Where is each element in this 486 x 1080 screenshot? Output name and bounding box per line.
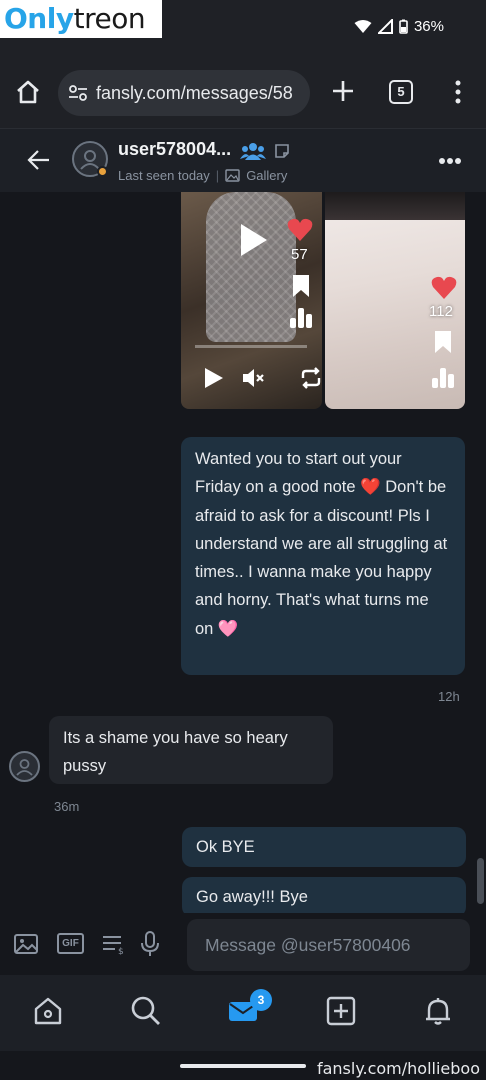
message-input[interactable]	[187, 919, 470, 971]
url-text: fansly.com/messages/58	[96, 82, 293, 103]
site-settings-icon[interactable]	[68, 84, 88, 102]
status-icons: 36%	[354, 18, 444, 35]
microphone-icon[interactable]	[139, 931, 161, 957]
more-horiz-icon[interactable]	[438, 157, 462, 165]
avatar[interactable]	[72, 141, 108, 177]
tabs-icon[interactable]: 5	[389, 80, 413, 104]
mute-icon[interactable]	[241, 366, 265, 390]
watermark-logo-part1: Only	[4, 2, 74, 35]
media-thumbnail	[206, 192, 296, 342]
notifications-icon[interactable]	[422, 995, 454, 1027]
message-timestamp: 12h	[438, 689, 460, 704]
tip-menu-icon[interactable]: $	[101, 933, 127, 955]
image-icon[interactable]	[13, 933, 39, 955]
stats-icon[interactable]	[289, 306, 313, 328]
media-thumbnail	[325, 192, 465, 220]
message-bubble-incoming[interactable]: Its a shame you have so heary pussy	[49, 716, 333, 784]
chat-header: user578004... Last seen today | Gallery	[0, 128, 486, 192]
more-vert-icon[interactable]	[448, 78, 468, 106]
message-bubble-outgoing[interactable]: Wanted you to start out your Friday on a…	[181, 437, 465, 675]
bookmark-icon[interactable]	[291, 274, 311, 298]
user-icon	[16, 759, 33, 776]
create-post-icon[interactable]	[325, 995, 357, 1027]
watermark-logo: Onlytreon	[0, 0, 162, 38]
chat-subtitle: Last seen today | Gallery	[118, 168, 287, 183]
message-bubble-outgoing[interactable]: Ok BYE	[182, 827, 466, 867]
watermark-logo-part2: treon	[73, 2, 146, 35]
chat-username[interactable]: user578004...	[118, 139, 231, 160]
gallery-link[interactable]: Gallery	[246, 168, 287, 183]
avatar[interactable]	[9, 751, 40, 782]
scrollbar[interactable]	[477, 858, 484, 904]
gesture-handle[interactable]	[180, 1064, 306, 1068]
search-icon[interactable]	[130, 995, 162, 1027]
video-progress-bar[interactable]	[195, 345, 307, 348]
gallery-icon[interactable]	[225, 169, 240, 182]
play-icon[interactable]	[235, 222, 271, 258]
away-status-dot	[97, 166, 108, 177]
messages-badge: 3	[250, 989, 272, 1011]
like-count: 112	[429, 303, 453, 320]
bottom-navigation: 3	[0, 975, 486, 1051]
wifi-icon	[354, 20, 372, 33]
watermark-url: fansly.com/hollieboo	[316, 1059, 480, 1078]
svg-text:$: $	[118, 947, 124, 955]
heart-icon[interactable]	[431, 276, 457, 300]
note-icon[interactable]	[274, 143, 290, 159]
stats-icon[interactable]	[431, 366, 455, 388]
home-icon[interactable]	[14, 78, 42, 106]
subtitle-separator: |	[215, 168, 220, 183]
signal-icon	[377, 19, 393, 34]
message-timestamp: 36m	[54, 799, 80, 814]
loop-icon[interactable]	[299, 366, 322, 390]
plus-icon[interactable]	[330, 78, 356, 104]
back-arrow-icon[interactable]	[26, 147, 52, 173]
header-icons	[240, 141, 290, 161]
address-bar[interactable]: fansly.com/messages/58	[58, 70, 310, 116]
battery-icon	[399, 19, 408, 34]
gif-icon[interactable]: GIF	[57, 933, 84, 954]
play-small-icon[interactable]	[201, 366, 225, 390]
heart-icon[interactable]	[287, 218, 313, 242]
message-bubble-outgoing[interactable]: Go away!!! Bye	[182, 877, 466, 917]
bookmark-icon[interactable]	[433, 330, 453, 354]
video-media-item[interactable]: 57	[181, 192, 322, 409]
home-icon[interactable]	[32, 995, 64, 1027]
group-users-icon[interactable]	[240, 141, 266, 161]
image-media-item[interactable]: 112	[325, 192, 465, 409]
like-count: 57	[291, 246, 308, 263]
last-seen-text: Last seen today	[118, 168, 210, 183]
message-composer: GIF $	[0, 913, 486, 975]
browser-toolbar: fansly.com/messages/58 5	[0, 58, 486, 128]
battery-percent: 36%	[413, 18, 444, 35]
